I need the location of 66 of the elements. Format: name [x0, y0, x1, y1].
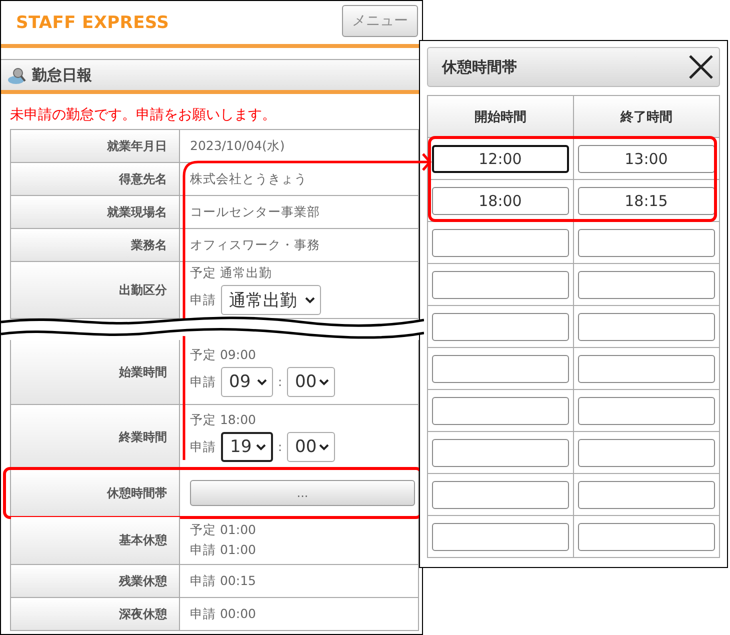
field-value: コールセンター事業部 [190, 204, 321, 220]
column-header: 終了時間 [620, 108, 672, 126]
field-label: 基本休憩 [119, 532, 167, 549]
minute-select[interactable]: 00 [287, 432, 336, 462]
minute-select[interactable]: 00 [287, 367, 336, 397]
notice-text: 未申請の勤怠です。申請をお願いします。 [9, 106, 277, 125]
break-times-button[interactable]: ... [190, 480, 415, 506]
planned-value: 予定 09:00 [190, 347, 257, 364]
field-value: 株式会社とうきょう [190, 170, 308, 188]
field-label: 出勤区分 [119, 282, 167, 298]
end-time-field[interactable] [578, 480, 715, 508]
request-label: 申請 [190, 374, 216, 390]
start-time-field[interactable] [432, 312, 568, 340]
end-time-field[interactable] [578, 396, 715, 424]
hour-select[interactable]: 19 [221, 432, 273, 462]
planned-value: 予定 通常出勤 [190, 265, 273, 282]
end-time-field[interactable]: 13:00 [578, 144, 715, 172]
close-icon[interactable] [687, 53, 715, 81]
end-time-field[interactable] [578, 228, 715, 256]
start-time-field[interactable] [432, 396, 568, 424]
end-time-field[interactable] [578, 354, 715, 382]
chevron-icon [256, 443, 266, 451]
section-title: 勤怠日報 [32, 66, 92, 84]
end-time-field[interactable]: 18:15 [578, 186, 715, 214]
field-label: 始業時間 [119, 364, 167, 380]
magnifier-icon [7, 66, 26, 84]
field-label: 深夜休憩 [119, 606, 167, 622]
start-time-field[interactable] [432, 354, 568, 382]
start-time-field[interactable] [432, 228, 568, 256]
request-label: 申請 [190, 438, 216, 456]
start-time-field[interactable]: 12:00 [432, 144, 568, 172]
field-label: 残業休憩 [119, 572, 167, 590]
chevron-icon [319, 378, 330, 386]
end-time-field[interactable] [578, 312, 715, 340]
request-label: 申請 [190, 292, 216, 308]
planned-value: 予定 18:00 [190, 412, 257, 429]
field-value: 申請 00:15 [190, 572, 257, 590]
end-time-field[interactable] [578, 522, 715, 550]
chevron-icon [319, 443, 330, 451]
column-header: 開始時間 [474, 108, 526, 126]
chevron-icon [257, 378, 267, 386]
start-time-field[interactable] [432, 438, 568, 466]
dialog-title: 休憩時間帯 [442, 58, 517, 76]
chevron-icon [305, 296, 315, 304]
start-time-field[interactable] [432, 480, 568, 508]
field-value: 申請 00:00 [190, 606, 257, 622]
app-logo: STAFF EXPRESS [16, 12, 170, 32]
hour-select[interactable]: 09 [221, 367, 273, 397]
start-time-field[interactable] [432, 522, 568, 550]
field-value: オフィスワーク・事務 [190, 236, 321, 254]
end-time-field[interactable] [578, 438, 715, 466]
time-separator: : [278, 440, 282, 454]
end-time-field[interactable] [578, 270, 715, 298]
field-value: 申請 01:00 [190, 542, 257, 559]
start-time-field[interactable]: 18:00 [432, 186, 568, 214]
field-label: 終業時間 [119, 428, 167, 446]
field-label: 業務名 [131, 236, 167, 254]
field-label: 休憩時間帯 [107, 484, 167, 502]
field-label: 得意先名 [119, 170, 167, 188]
time-separator: : [278, 375, 282, 389]
field-value: 予定 01:00 [190, 522, 257, 539]
field-value: 2023/10/04(水) [190, 138, 286, 154]
field-label: 就業年月日 [107, 138, 167, 154]
attendance-select[interactable]: 通常出勤 [221, 285, 321, 315]
field-label: 就業現場名 [107, 204, 167, 220]
start-time-field[interactable] [432, 270, 568, 298]
